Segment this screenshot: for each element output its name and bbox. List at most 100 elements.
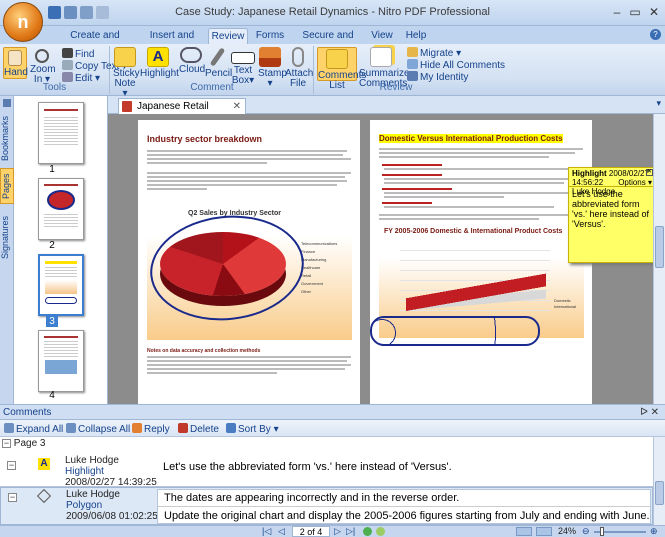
- highlight-icon: A: [147, 47, 169, 67]
- close-tab-button[interactable]: ✕: [233, 99, 241, 114]
- back-icon[interactable]: [363, 527, 372, 536]
- find-button[interactable]: Find: [62, 48, 94, 60]
- page-thumbnail[interactable]: [38, 102, 84, 164]
- note-options-menu[interactable]: Options ▾: [618, 178, 652, 187]
- page-thumbnail[interactable]: [38, 330, 84, 392]
- ribbon-tabs: Create and Convert Insert and Edit Revie…: [0, 26, 665, 56]
- highlight-button[interactable]: A Highlight: [140, 47, 179, 79]
- document-tab-bar: Japanese Retail Dynamics ✕ ▾: [108, 96, 665, 127]
- collapse-icon: [66, 423, 76, 433]
- comment-text: The dates are appearing incorrectly and …: [164, 492, 460, 504]
- text-box-button[interactable]: Text Box▾: [231, 47, 255, 86]
- tab-pages[interactable]: Pages: [0, 168, 14, 204]
- summarize-icon: [370, 47, 392, 67]
- highlight-type-icon: A: [38, 458, 50, 470]
- tab-help[interactable]: Help: [402, 28, 430, 44]
- zoom-level[interactable]: 24%: [558, 526, 576, 536]
- cloud-button[interactable]: Cloud: [179, 47, 205, 75]
- zoom-slider-handle[interactable]: [600, 527, 604, 536]
- next-page-button[interactable]: ▷: [334, 526, 341, 537]
- expand-all-button[interactable]: Expand All: [4, 423, 63, 435]
- pencil-icon: [209, 47, 225, 67]
- comment-text-box[interactable]: The dates are appearing incorrectly and …: [157, 489, 651, 524]
- reply-divider: [158, 506, 650, 507]
- reply-icon: [132, 423, 142, 433]
- hand-button[interactable]: Hand: [3, 47, 28, 79]
- hide-all-comments-button[interactable]: Hide All Comments: [407, 59, 505, 71]
- last-page-button[interactable]: ▷|: [346, 526, 355, 537]
- sticky-note-popup[interactable]: Highlight 2008/02/27 14:56:22 Luke Hodge…: [568, 167, 657, 263]
- close-button[interactable]: ✕: [645, 4, 663, 20]
- page-layout-icon[interactable]: [516, 527, 532, 536]
- minimize-button[interactable]: –: [608, 4, 626, 20]
- app-menu-button[interactable]: n: [3, 2, 43, 42]
- maximize-button[interactable]: ▭: [626, 4, 644, 20]
- note-text[interactable]: Let's use the abbreviated form 'vs.' her…: [569, 187, 656, 231]
- cloud-annotation[interactable]: [370, 316, 540, 346]
- hide-comments-icon: [407, 59, 418, 69]
- bar-chart-bars: [406, 270, 546, 316]
- collapse-toggle[interactable]: −: [2, 439, 11, 448]
- tab-bookmarks[interactable]: Bookmarks: [0, 112, 14, 164]
- expand-icon: [4, 423, 14, 433]
- chevron-down-icon[interactable]: ▾: [656, 98, 661, 109]
- comment-row-selected[interactable]: − Luke Hodge Polygon 2009/06/08 01:02:25…: [0, 487, 653, 525]
- panel-pin-icon[interactable]: [3, 99, 11, 107]
- text-box-icon: [231, 52, 255, 64]
- zoom-out-button[interactable]: ⊖: [582, 526, 590, 537]
- tab-insert-edit[interactable]: Insert and Edit: [140, 28, 204, 56]
- scroll-thumb[interactable]: [655, 481, 664, 505]
- reply-button[interactable]: Reply: [132, 423, 170, 435]
- comments-scrollbar[interactable]: [653, 437, 665, 525]
- pdf-page-2: Industry sector breakdown Q2 Sales by In…: [138, 120, 360, 404]
- help-icon[interactable]: ?: [650, 29, 661, 40]
- sort-by-button[interactable]: Sort By ▾: [226, 423, 279, 435]
- tab-create-convert[interactable]: Create and Convert: [52, 28, 138, 56]
- page-heading-highlighted[interactable]: Domestic Versus International Production…: [379, 134, 563, 143]
- previous-page-button[interactable]: ◁: [278, 526, 285, 537]
- zoom-in-button[interactable]: Zoom In ▾: [30, 47, 56, 85]
- note-close-button[interactable]: ✕: [646, 169, 653, 176]
- page-thumbnail-selected[interactable]: [38, 254, 84, 316]
- comments-panel-header: Comments ᐅ ✕: [0, 404, 665, 420]
- document-scrollbar[interactable]: [653, 114, 665, 404]
- comment-group: Sticky Note ▾ A Highlight Cloud Pencil Te…: [113, 46, 314, 99]
- comment-row[interactable]: − A Luke Hodge Highlight 2008/02/27 14:3…: [0, 453, 653, 488]
- tab-view[interactable]: View: [368, 28, 396, 44]
- ribbon: Hand Zoom In ▾ Find Copy Text ▾ Edit ▾ T…: [0, 44, 665, 99]
- comments-list: − Page 3 − A Luke Hodge Highlight 2008/0…: [0, 437, 653, 525]
- tab-secure-sign[interactable]: Secure and Sign: [292, 28, 364, 56]
- collapse-toggle[interactable]: −: [8, 493, 17, 502]
- page-thumbnail[interactable]: [38, 178, 84, 240]
- scroll-thumb[interactable]: [655, 226, 664, 268]
- side-panel-tabs: Bookmarks Pages Signatures: [0, 96, 14, 404]
- sort-icon: [226, 423, 236, 433]
- page-group-row[interactable]: − Page 3: [0, 437, 653, 451]
- comment-text[interactable]: Let's use the abbreviated form 'vs.' her…: [163, 461, 452, 473]
- collapse-toggle[interactable]: −: [7, 461, 16, 470]
- tab-review[interactable]: Review: [208, 28, 248, 44]
- fit-page-icon[interactable]: [536, 527, 552, 536]
- comments-list-icon: [326, 49, 348, 69]
- document-tab[interactable]: Japanese Retail Dynamics ✕: [118, 98, 246, 127]
- zoom-in-button-status[interactable]: ⊕: [650, 526, 658, 537]
- note-type: Highlight: [572, 169, 607, 178]
- migrate-button[interactable]: Migrate ▾: [407, 47, 461, 59]
- first-page-button[interactable]: |◁: [262, 526, 271, 537]
- page-number-field[interactable]: 2 of 4: [292, 526, 330, 537]
- delete-button[interactable]: Delete: [178, 423, 219, 435]
- comments-list-button[interactable]: Comments List: [317, 47, 366, 91]
- notes-heading: Notes on data accuracy and collection me…: [147, 348, 261, 354]
- review-group: Comments List Summarize Comments Migrate ▾…: [317, 47, 506, 93]
- forward-icon[interactable]: [376, 527, 385, 536]
- cloud-icon: [180, 47, 202, 63]
- page-heading: Industry sector breakdown: [147, 134, 263, 144]
- panel-close-icon[interactable]: ᐅ ✕: [640, 405, 659, 420]
- tab-signatures[interactable]: Signatures: [0, 208, 14, 266]
- collapse-all-button[interactable]: Collapse All: [66, 423, 130, 435]
- status-bar: |◁ ◁ 2 of 4 ▷ ▷| 24% ⊖ ⊕: [0, 525, 665, 537]
- comment-reply-text: Update the original chart and display th…: [164, 510, 650, 522]
- pencil-button[interactable]: Pencil: [205, 47, 232, 79]
- tab-forms[interactable]: Forms: [252, 28, 288, 44]
- bar-chart-title: FY 2005-2006 Domestic & International Pr…: [384, 228, 563, 235]
